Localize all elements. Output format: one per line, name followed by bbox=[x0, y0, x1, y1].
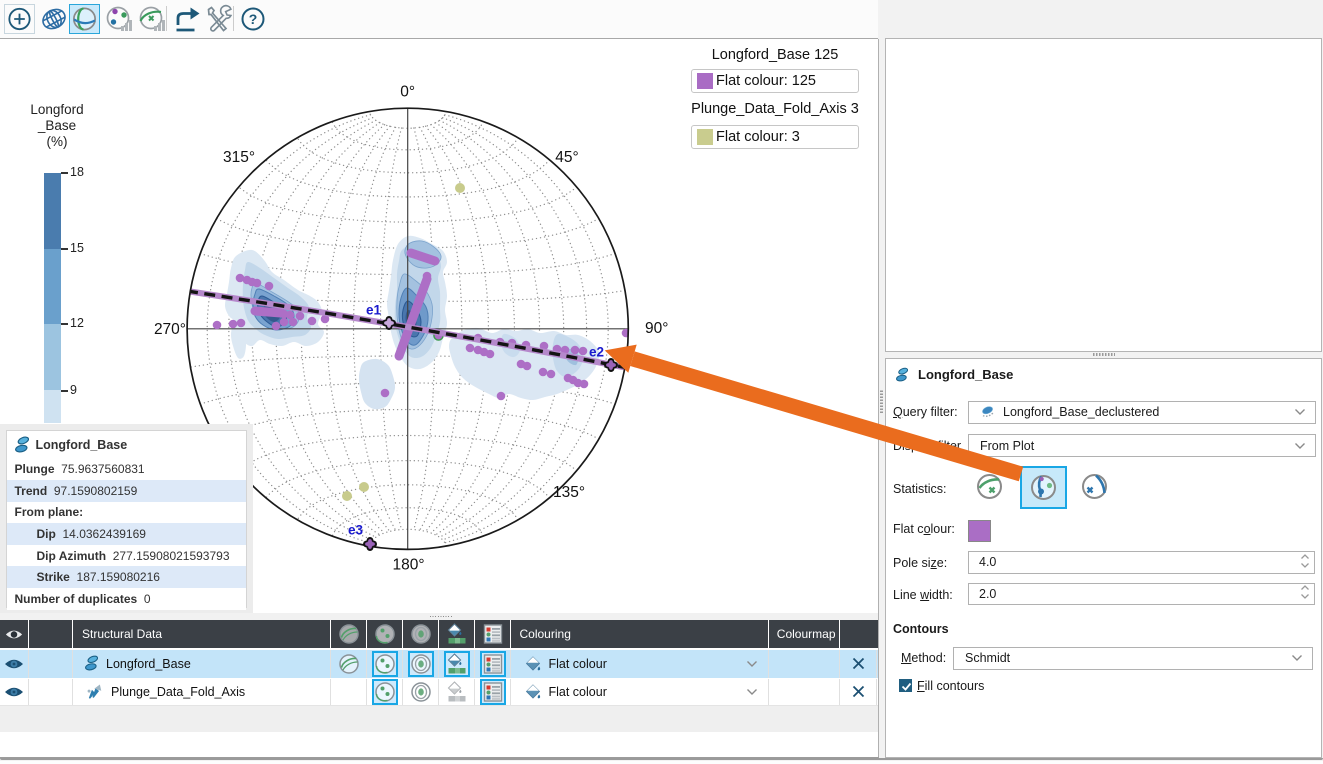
svg-text:45°: 45° bbox=[555, 149, 578, 166]
svg-text:e2: e2 bbox=[589, 345, 604, 360]
svg-text:e3: e3 bbox=[348, 523, 364, 538]
svg-text:0°: 0° bbox=[400, 84, 415, 101]
svg-text:e1: e1 bbox=[366, 303, 382, 318]
svg-text:315°: 315° bbox=[223, 149, 255, 166]
svg-text:90°: 90° bbox=[645, 320, 668, 337]
svg-text:180°: 180° bbox=[392, 557, 424, 574]
svg-text:?: ? bbox=[248, 11, 257, 27]
svg-text:135°: 135° bbox=[553, 484, 585, 501]
svg-text:270°: 270° bbox=[154, 321, 186, 338]
